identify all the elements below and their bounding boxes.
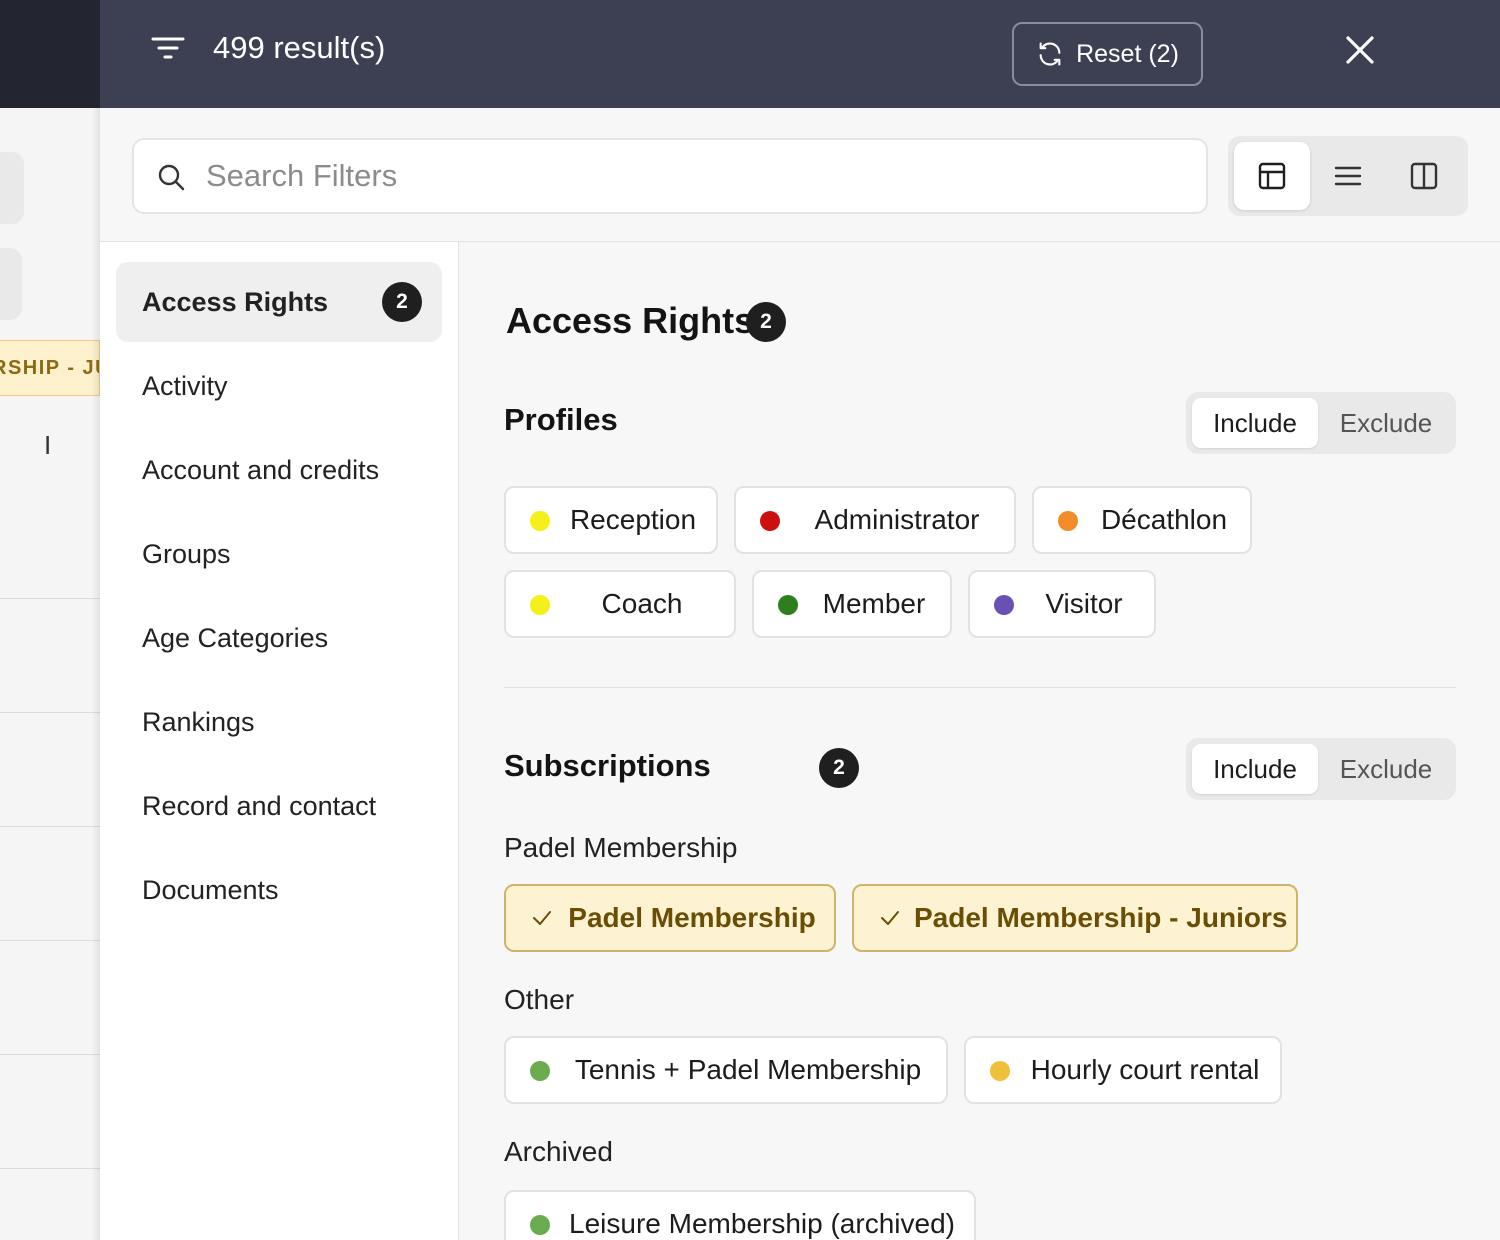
color-dot xyxy=(994,595,1014,615)
subscription-chip-tennis-padel-membership[interactable]: Tennis + Padel Membership xyxy=(504,1036,948,1104)
subscription-group-label: Padel Membership xyxy=(504,832,738,863)
list-icon xyxy=(1334,166,1362,186)
count-badge: 2 xyxy=(819,748,859,788)
sidebar-item-label: Record and contact xyxy=(142,790,377,821)
view-mode-toggle xyxy=(1228,136,1468,216)
chip-label: Coach xyxy=(601,588,683,619)
reset-label: Reset (2) xyxy=(1076,39,1179,68)
subscription-group-label: Archived xyxy=(504,1136,613,1167)
view-columns-button[interactable] xyxy=(1386,142,1462,210)
chip-label: Tennis + Padel Membership xyxy=(574,1054,922,1085)
sidebar-item-label: Age Categories xyxy=(142,622,329,653)
color-dot xyxy=(760,511,780,531)
profile-chip-administrator[interactable]: Administrator xyxy=(734,486,1016,554)
background-divider xyxy=(0,1054,100,1055)
filter-drawer: 499 result(s) Reset (2) Search Filters A… xyxy=(100,0,1500,1240)
subscriptions-title: Subscriptions xyxy=(504,748,711,783)
columns-icon xyxy=(1410,162,1438,190)
chip-label: Administrator xyxy=(814,504,980,535)
sidebar-item-label: Groups xyxy=(142,538,231,569)
chip-label: Reception xyxy=(569,504,697,535)
background-divider xyxy=(0,826,100,827)
view-list-button[interactable] xyxy=(1310,142,1386,210)
include-option[interactable]: Include xyxy=(1192,398,1318,448)
profile-chip-decathlon[interactable]: Décathlon xyxy=(1032,486,1252,554)
background-header xyxy=(0,0,100,108)
sidebar-item-label: Account and credits xyxy=(142,454,380,485)
sidebar-item-account-and-credits[interactable]: Account and credits xyxy=(116,430,442,510)
filter-content: Access Rights 2 Profiles Include Exclude… xyxy=(460,242,1500,1240)
background-app: RSHIP - JU I xyxy=(0,0,100,1240)
subscriptions-include-exclude-toggle: Include Exclude xyxy=(1186,738,1456,800)
drawer-header: 499 result(s) Reset (2) xyxy=(100,0,1500,108)
subscription-chip-padel-membership[interactable]: Padel Membership xyxy=(504,884,836,952)
chip-label: Visitor xyxy=(1045,588,1123,619)
view-panels-button[interactable] xyxy=(1234,142,1310,210)
search-box xyxy=(132,138,1208,214)
sidebar-item-age-categories[interactable]: Age Categories xyxy=(116,598,442,678)
chip-label: Hourly court rental xyxy=(1030,1054,1260,1085)
search-input[interactable] xyxy=(206,154,1186,198)
sidebar-item-label: Access Rights xyxy=(142,286,329,317)
count-badge: 2 xyxy=(746,302,786,342)
reset-button[interactable]: Reset (2) xyxy=(1012,22,1203,86)
subscription-chip-hourly-court-rental[interactable]: Hourly court rental xyxy=(964,1036,1282,1104)
exclude-option[interactable]: Exclude xyxy=(1322,398,1450,448)
color-dot xyxy=(778,595,798,615)
profile-chip-member[interactable]: Member xyxy=(752,570,952,638)
section-divider xyxy=(504,687,1456,688)
refresh-icon xyxy=(1039,42,1061,66)
exclude-option[interactable]: Exclude xyxy=(1322,744,1450,794)
include-option[interactable]: Include xyxy=(1192,744,1318,794)
subscription-chip-leisure-membership-archived[interactable]: Leisure Membership (archived) xyxy=(504,1190,976,1240)
subscription-chip-padel-membership-juniors[interactable]: Padel Membership - Juniors xyxy=(852,884,1298,952)
sidebar-item-record-and-contact[interactable]: Record and contact xyxy=(116,766,442,846)
profile-chip-coach[interactable]: Coach xyxy=(504,570,736,638)
sidebar-item-access-rights[interactable]: Access Rights 2 xyxy=(116,262,442,342)
chip-label: Décathlon xyxy=(1100,504,1228,535)
background-tag: RSHIP - JU xyxy=(0,340,100,396)
color-dot xyxy=(530,1061,550,1081)
layout-panels-icon xyxy=(1258,162,1286,190)
subscription-group-label: Other xyxy=(504,984,575,1015)
color-dot xyxy=(990,1061,1010,1081)
sidebar-item-groups[interactable]: Groups xyxy=(116,514,442,594)
count-badge: 2 xyxy=(382,282,422,322)
background-divider xyxy=(0,1168,100,1169)
background-divider xyxy=(0,940,100,941)
search-row xyxy=(100,108,1500,242)
sidebar-item-activity[interactable]: Activity xyxy=(116,346,442,426)
background-divider xyxy=(0,712,100,713)
sidebar-item-documents[interactable]: Documents xyxy=(116,850,442,930)
check-icon xyxy=(533,911,551,925)
chip-label: Padel Membership - Juniors xyxy=(914,902,1288,933)
chip-label: Member xyxy=(822,588,926,619)
profile-chip-reception[interactable]: Reception xyxy=(504,486,718,554)
sidebar-item-label: Activity xyxy=(142,370,228,401)
profiles-include-exclude-toggle: Include Exclude xyxy=(1186,392,1456,454)
chip-label: Padel Membership xyxy=(568,902,816,933)
background-divider xyxy=(0,598,100,599)
filter-category-sidebar: Access Rights 2 Activity Account and cre… xyxy=(100,242,459,1240)
chip-label: Leisure Membership (archived) xyxy=(569,1208,955,1239)
close-icon[interactable] xyxy=(1340,30,1380,70)
profile-chip-visitor[interactable]: Visitor xyxy=(968,570,1156,638)
background-card xyxy=(0,152,24,224)
search-icon xyxy=(158,164,185,191)
color-dot xyxy=(530,511,550,531)
color-dot xyxy=(1058,511,1078,531)
results-count: 499 result(s) xyxy=(213,30,386,65)
color-dot xyxy=(530,1215,550,1235)
background-card xyxy=(0,248,22,320)
filter-icon xyxy=(151,37,185,59)
profiles-title: Profiles xyxy=(504,402,618,437)
check-icon xyxy=(881,911,899,925)
sidebar-item-label: Documents xyxy=(142,874,279,905)
sidebar-item-label: Rankings xyxy=(142,706,255,737)
color-dot xyxy=(530,595,550,615)
sidebar-item-rankings[interactable]: Rankings xyxy=(116,682,442,762)
section-heading: Access Rights xyxy=(506,300,755,341)
text-cursor: I xyxy=(44,430,52,460)
